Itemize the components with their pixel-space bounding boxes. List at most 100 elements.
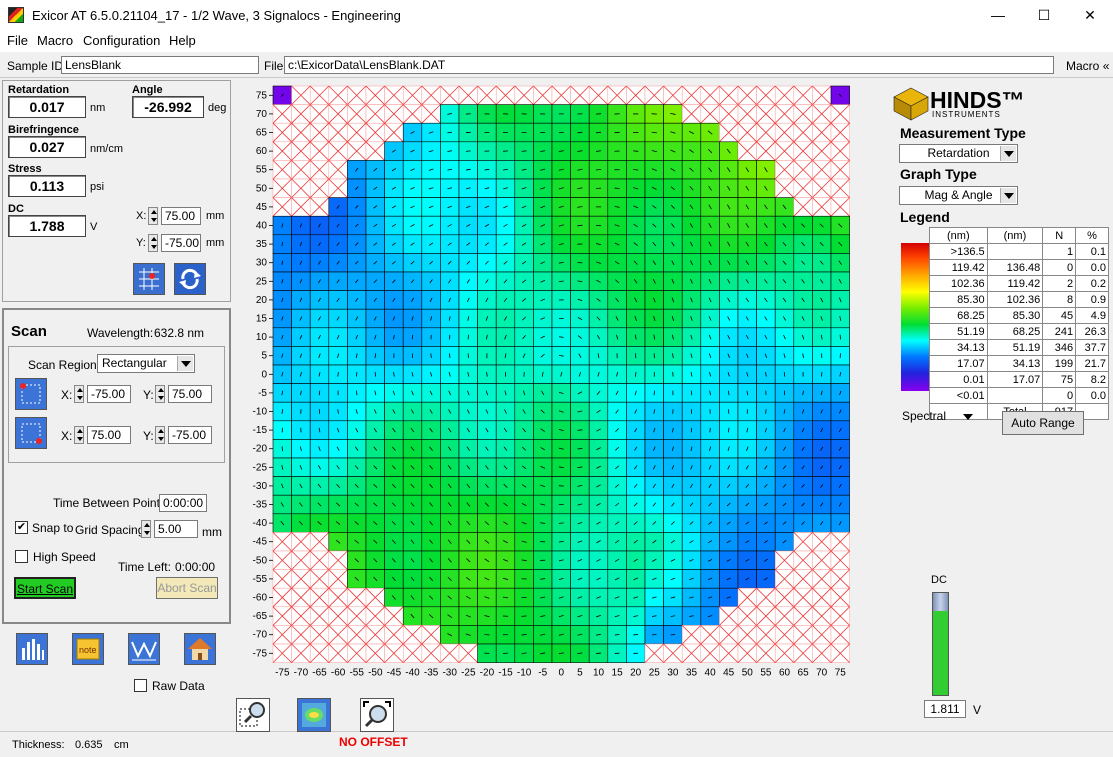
x2-spinner[interactable] xyxy=(74,426,84,444)
zoom-fit-button[interactable] xyxy=(360,698,394,732)
masked-cell xyxy=(830,532,850,552)
masked-cell xyxy=(793,197,813,217)
masked-cell xyxy=(347,141,367,161)
masked-cell xyxy=(774,178,795,198)
x1-input[interactable]: -75.00 xyxy=(87,385,131,403)
chevron-down-icon xyxy=(177,356,193,371)
angle-tick xyxy=(430,353,432,358)
stress-label: Stress xyxy=(8,163,42,175)
chevron-down-icon xyxy=(963,414,974,420)
raw-data-checkbox[interactable] xyxy=(134,679,147,692)
time-between-input[interactable]: 0:00:00 xyxy=(159,494,207,512)
home-button[interactable] xyxy=(184,633,216,665)
masked-cell xyxy=(812,122,832,143)
masked-cell xyxy=(272,141,292,161)
pos-y-spinner[interactable] xyxy=(148,234,158,252)
masked-cell xyxy=(291,643,311,663)
pos-x-spinner[interactable] xyxy=(148,207,158,225)
svg-text:note: note xyxy=(79,645,97,655)
masked-cell xyxy=(495,85,516,105)
file-path-input[interactable]: c:\ExicorData\LensBlank.DAT xyxy=(284,56,1054,74)
x-tick-label: 40 xyxy=(705,668,717,679)
pos-y-input[interactable]: -75.00 xyxy=(161,234,201,252)
pos-x-input[interactable]: 75.00 xyxy=(161,207,201,225)
y1-input[interactable]: 75.00 xyxy=(168,385,212,403)
masked-cell xyxy=(328,550,348,570)
grid-spacing-spinner[interactable] xyxy=(141,520,151,538)
zoom-map-button[interactable] xyxy=(297,698,331,732)
start-scan-button[interactable]: Start Scan xyxy=(14,577,76,599)
masked-cell xyxy=(309,550,330,570)
menu-file[interactable]: File xyxy=(7,33,28,48)
snap-checkbox[interactable]: ✔ xyxy=(15,521,28,534)
y1-spinner[interactable] xyxy=(155,385,165,403)
x-tick-label: 5 xyxy=(577,668,583,679)
masked-cell xyxy=(681,104,702,124)
masked-cell xyxy=(588,85,609,105)
masked-cell xyxy=(700,104,720,124)
abort-scan-button[interactable]: Abort Scan xyxy=(156,577,218,599)
auto-range-button[interactable]: Auto Range xyxy=(1002,411,1084,435)
graph-type-select[interactable]: Mag & Angle xyxy=(899,186,1018,205)
x1-label: X: xyxy=(61,388,73,402)
measurement-type-select[interactable]: Retardation xyxy=(899,144,1018,163)
masked-cell xyxy=(756,141,776,161)
masked-cell xyxy=(830,178,850,198)
y2-spinner[interactable] xyxy=(155,426,165,444)
refresh-icon xyxy=(179,268,201,290)
zoom-region-button[interactable] xyxy=(236,698,270,732)
legend-cell: 85.30 xyxy=(929,291,988,308)
chevron-down-icon xyxy=(1000,188,1016,203)
menu-help[interactable]: Help xyxy=(169,33,196,48)
menu-macro[interactable]: Macro xyxy=(37,33,73,48)
x-tick-label: 20 xyxy=(630,668,642,679)
masked-cell xyxy=(830,606,850,626)
masked-cell xyxy=(272,606,292,626)
angle-value: -26.992 xyxy=(132,96,204,118)
x-tick-label: -20 xyxy=(480,668,495,679)
time-left-label: Time Left: xyxy=(118,560,171,574)
angle-unit: deg xyxy=(208,102,227,114)
move-to-point-button[interactable] xyxy=(133,263,165,295)
menu-configuration[interactable]: Configuration xyxy=(83,33,160,48)
masked-cell xyxy=(830,625,850,645)
legend-header: N xyxy=(1042,227,1077,244)
masked-cell xyxy=(384,643,404,663)
macro-toggle[interactable]: Macro « xyxy=(1066,59,1109,73)
legend-body: >136.5 1 0.1 119.42 136.48 0 0.0 102.36 119.42 2 0… xyxy=(929,243,1109,404)
maximize-button[interactable]: ☐ xyxy=(1021,0,1067,31)
retardation-heatmap[interactable]: 757065605550454035302520151050-5-10-15-2… xyxy=(238,80,878,696)
high-speed-checkbox[interactable] xyxy=(15,550,28,563)
angle-tick xyxy=(374,353,376,358)
masked-cell xyxy=(737,587,757,608)
refresh-button[interactable] xyxy=(174,263,206,295)
notes-button[interactable]: note xyxy=(72,633,104,665)
sample-id-input[interactable]: LensBlank xyxy=(61,56,259,74)
masked-cell xyxy=(774,85,795,105)
x2-input[interactable]: 75.00 xyxy=(87,426,131,444)
minimize-button[interactable]: — xyxy=(975,0,1021,31)
histogram-button[interactable] xyxy=(16,633,48,665)
masked-cell xyxy=(309,160,330,180)
masked-cell xyxy=(328,606,348,626)
x1-spinner[interactable] xyxy=(74,385,84,403)
spectral-selector[interactable]: Spectral xyxy=(902,409,974,423)
scan-region-select[interactable]: Rectangular xyxy=(97,354,195,373)
x-tick-label: -35 xyxy=(424,668,439,679)
x-tick-label: 65 xyxy=(798,668,810,679)
legend-title: Legend xyxy=(900,209,950,225)
set-start-corner-button[interactable] xyxy=(15,378,47,410)
x-tick-label: -5 xyxy=(538,668,547,679)
set-end-corner-button[interactable] xyxy=(15,417,47,449)
masked-cell xyxy=(756,625,776,645)
masked-cell xyxy=(421,625,441,645)
close-button[interactable]: ✕ xyxy=(1067,0,1113,31)
y2-input[interactable]: -75.00 xyxy=(168,426,212,444)
profile-button[interactable] xyxy=(128,633,160,665)
masked-cell xyxy=(421,104,441,124)
y-tick-label: 60 xyxy=(256,146,268,157)
pos-x-unit: mm xyxy=(206,210,225,222)
grid-spacing-input[interactable]: 5.00 xyxy=(154,520,198,538)
legend-cell: 17.07 xyxy=(929,355,988,372)
masked-cell xyxy=(347,104,367,124)
